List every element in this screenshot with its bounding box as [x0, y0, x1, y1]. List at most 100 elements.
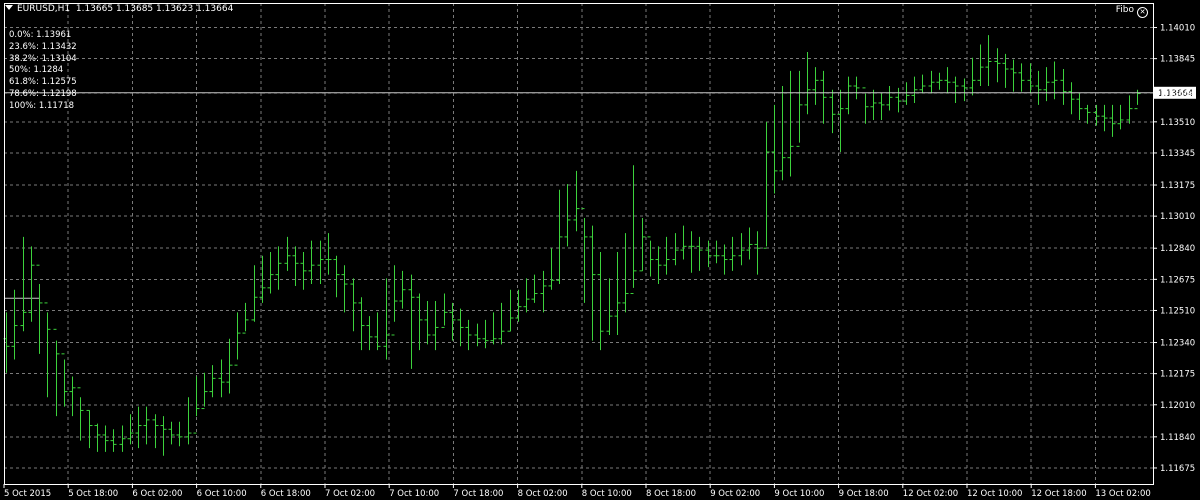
ohlc-bar: [341, 265, 348, 313]
ohlc-bar: [160, 416, 167, 456]
price-chart[interactable]: 1.13664 1.14010 1.13845 1.13664 1.13510 1.13…: [0, 0, 1200, 500]
ohlc-bar: [366, 316, 373, 351]
ohlc-bar: [911, 76, 918, 103]
ohlc-bar: [416, 293, 423, 351]
y-tick-label: 1.11675: [1160, 464, 1195, 474]
ohlc-bar: [77, 387, 84, 441]
ohlc-bar: [69, 376, 76, 417]
fibo-level-label: 78.6%: 1.12198: [9, 88, 77, 99]
ohlc-bar: [408, 274, 415, 369]
y-tick-label: 1.13510: [1160, 118, 1195, 128]
ohlc-bar: [746, 227, 753, 260]
ohlc-bar: [20, 236, 27, 332]
ohlc-bar: [1043, 67, 1050, 102]
ohlc-bar: [721, 244, 728, 275]
ohlc-bar: [1027, 63, 1034, 94]
ohlc-bar: [267, 251, 274, 294]
ohlc-bar: [820, 70, 827, 124]
x-tick-label: 5 Oct 2015: [4, 489, 51, 499]
ohlc-bar: [977, 44, 984, 86]
ohlc-bar: [523, 278, 530, 313]
fibo-level-label: 50%: 1.1284: [9, 65, 64, 76]
ohlc-bar: [284, 236, 291, 271]
ohlc-bar: [498, 302, 505, 345]
ohlc-bar: [647, 236, 654, 277]
ohlc-bar: [482, 319, 489, 349]
ohlc-bars: [3, 35, 1141, 456]
ohlc-bar: [680, 225, 687, 260]
x-tick-label: 7 Oct 02:00: [325, 489, 375, 499]
time-axis[interactable]: 5 Oct 2015 5 Oct 18:00 6 Oct 02:00 6 Oct 10…: [3, 484, 1151, 499]
y-tick-label: 1.12675: [1160, 275, 1195, 285]
x-tick-label: 13 Oct 02:00: [1095, 489, 1150, 499]
ohlc-bar: [292, 246, 299, 286]
ohlc-bar: [597, 251, 604, 351]
ohlc-bar: [696, 236, 703, 271]
price-axis[interactable]: 1.14010 1.13845 1.13664 1.13510 1.13345 1.131…: [1153, 24, 1195, 474]
ohlc-bar: [424, 301, 431, 345]
x-tick-label: 12 Oct 18:00: [1031, 489, 1086, 499]
fibo-level-label: 100%: 1.11718: [9, 100, 75, 111]
y-tick-label: 1.12010: [1160, 401, 1195, 411]
ohlc-bar: [944, 67, 951, 94]
chart-frame: 1.13664: [4, 3, 1196, 485]
ohlc-bar: [812, 67, 819, 105]
plot-border: [4, 3, 1154, 485]
ohlc-bar: [829, 89, 836, 134]
collapse-triangle-icon[interactable]: [5, 5, 13, 10]
ohlc-bar: [1117, 104, 1124, 130]
y-tick-label: 1.14010: [1160, 24, 1195, 34]
ohlc-bar: [729, 236, 736, 271]
ohlc-bar: [11, 289, 18, 360]
symbol-label: EURUSD,H1: [17, 4, 71, 14]
ohlc-bar: [614, 251, 621, 335]
ohlc-bar: [374, 312, 381, 351]
ohlc-bar: [251, 265, 258, 322]
ohlc-bar: [449, 302, 456, 341]
ohlc-bar: [1035, 70, 1042, 105]
x-tick-label: 6 Oct 18:00: [261, 489, 311, 499]
ohlc-bar: [1018, 63, 1025, 92]
ohlc-bar: [573, 170, 580, 232]
fibo-object-tag[interactable]: Fibo ✕: [1116, 5, 1148, 18]
x-tick-label: 9 Oct 10:00: [774, 489, 824, 499]
ohlc-bar: [919, 74, 926, 94]
ohlc-bar: [1093, 104, 1100, 126]
x-tick-label: 8 Oct 02:00: [518, 489, 568, 499]
ohlc-bar: [209, 365, 216, 398]
ohlc-bar: [663, 236, 670, 275]
ohlc-bar: [804, 52, 811, 115]
ohlc-values: 1.13665 1.13685 1.13623 1.13664: [75, 4, 234, 14]
ohlc-bar: [771, 104, 778, 194]
ohlc-bar: [878, 93, 885, 120]
x-tick-label: 9 Oct 18:00: [839, 489, 889, 499]
x-tick-label: 6 Oct 02:00: [132, 489, 182, 499]
close-circle-icon[interactable]: ✕: [1137, 7, 1148, 18]
ohlc-bar: [1126, 95, 1133, 124]
ohlc-bar: [903, 82, 910, 105]
ohlc-bar: [333, 255, 340, 298]
ohlc-bar: [655, 246, 662, 285]
ohlc-bar: [985, 35, 992, 86]
x-tick-label: 7 Oct 10:00: [389, 489, 439, 499]
x-tick-label: 8 Oct 10:00: [582, 489, 632, 499]
ohlc-bar: [1051, 61, 1058, 100]
ohlc-bar: [201, 372, 208, 410]
ohlc-bar: [135, 406, 142, 449]
y-tick-label: 1.13845: [1160, 55, 1195, 65]
ohlc-bar: [606, 278, 613, 335]
ohlc-bar: [61, 353, 68, 407]
ohlc-bar: [1084, 104, 1091, 124]
ohlc-bar: [548, 248, 555, 290]
y-tick-label: 1.13664: [1160, 89, 1195, 99]
ohlc-bar: [234, 312, 241, 366]
x-tick-label: 6 Oct 10:00: [197, 489, 247, 499]
ohlc-bar: [796, 70, 803, 147]
ohlc-bar: [870, 89, 877, 120]
ohlc-bar: [688, 231, 695, 273]
ohlc-bar: [630, 165, 637, 294]
ohlc-bar: [969, 57, 976, 96]
ohlc-bar: [94, 423, 101, 452]
ohlc-bar: [176, 421, 183, 447]
ohlc-bar: [1101, 104, 1108, 132]
